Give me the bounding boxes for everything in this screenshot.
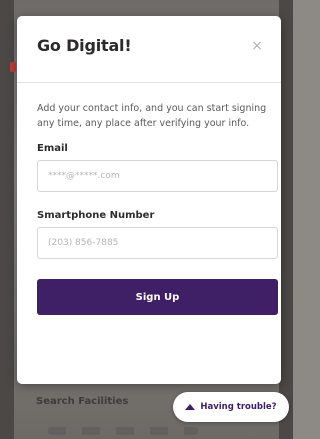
intro-text: Add your contact info, and you can start… [37,103,267,129]
go-digital-modal: Go Digital! × Add your contact info, and… [17,16,281,384]
sign-up-button[interactable]: Sign Up [37,279,278,315]
modal-header: Go Digital! × [17,16,281,83]
background-content-blur [48,427,198,435]
having-trouble-button[interactable]: Having trouble? [173,392,289,422]
email-label: Email [37,143,68,154]
modal-title: Go Digital! [37,36,132,55]
background-red-mark [10,62,16,72]
email-field[interactable] [37,160,278,192]
modal-body: Add your contact info, and you can start… [17,101,281,315]
phone-field[interactable] [37,227,278,259]
having-trouble-label: Having trouble? [200,402,277,412]
background-edge-right [279,0,293,439]
background-search-label: Search Facilities [36,396,129,407]
close-icon[interactable]: × [249,38,265,54]
chevron-up-icon [185,404,196,410]
phone-label: Smartphone Number [37,210,155,221]
